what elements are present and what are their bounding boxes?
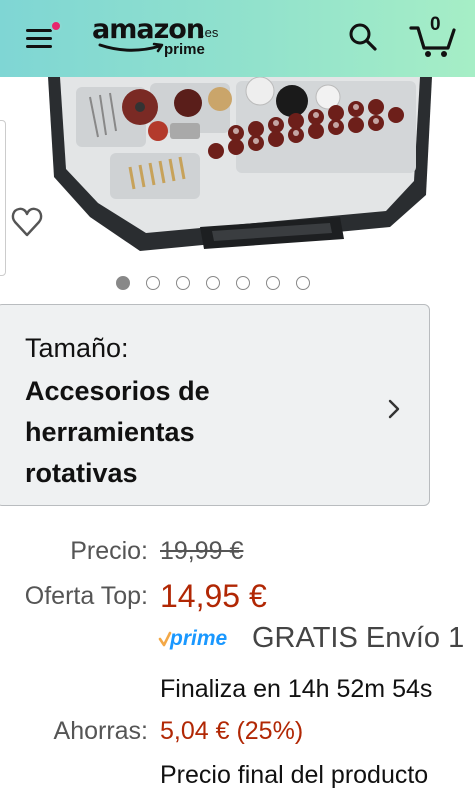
carousel-dot[interactable] [206,276,220,290]
smile-arrow-icon [98,42,164,53]
prime-text: prime [170,627,228,650]
search-icon[interactable] [346,20,380,54]
carousel-dot[interactable] [176,276,190,290]
list-price: 19,99 € [160,537,244,565]
savings-label: Ahorras: [53,717,148,745]
image-carousel-dots [116,276,316,292]
offer-label: Oferta Top: [24,582,148,610]
size-selector[interactable]: Tamaño: Accesorios de herramientas rotat… [0,304,430,506]
cart-icon[interactable]: 0 [408,14,458,58]
size-value: Accesorios de herramientas rotativas [25,371,315,494]
heart-icon[interactable] [10,205,44,239]
carousel-dot[interactable] [116,276,130,290]
amazon-prime-logo[interactable]: amazon .es prime [92,14,232,62]
carousel-dot[interactable] [266,276,280,290]
cart-count: 0 [430,14,441,35]
price-label: Precio: [70,537,148,565]
logo-tld: .es [201,25,219,40]
menu-bar [26,29,52,32]
menu-bar [26,45,52,48]
savings-value: 5,04 € (25%) [160,717,304,745]
prime-badge: prime [158,627,240,655]
size-value-line: Accesorios de [25,376,210,406]
menu-bar [26,37,52,40]
free-shipping-text[interactable]: GRATIS Envío 1 [252,622,464,655]
size-value-line: herramientas [25,417,195,447]
carousel-dot[interactable] [296,276,310,290]
hamburger-menu-icon[interactable] [26,20,62,52]
deal-countdown: Finaliza en 14h 52m 54s [160,675,433,703]
size-value-line: rotativas [25,458,138,488]
image-frame-edge [0,120,6,276]
product-image[interactable] [40,77,440,257]
logo-prime-text: prime [164,41,205,58]
notification-dot [50,20,62,32]
carousel-dot[interactable] [146,276,160,290]
top-header: amazon .es prime 0 [0,0,475,77]
size-label: Tamaño: [25,333,129,363]
final-price-note: Precio final del producto [160,761,429,789]
chevron-right-icon [388,399,400,419]
carousel-dot[interactable] [236,276,250,290]
offer-price: 14,95 € [160,578,267,614]
